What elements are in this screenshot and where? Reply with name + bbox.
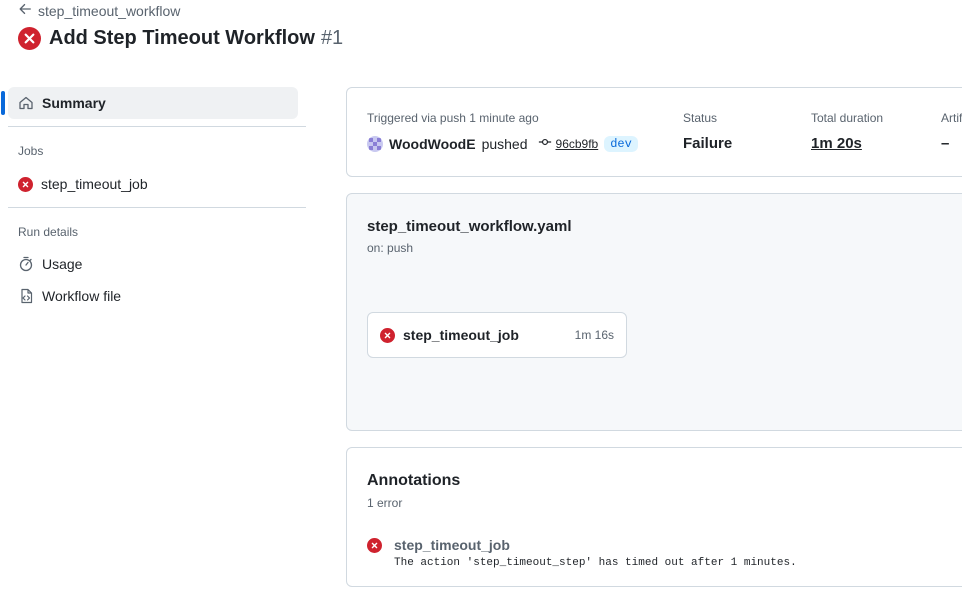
run-summary-card: Triggered via push 1 minute ago WoodWood…	[346, 87, 962, 177]
trigger-text: Triggered via push 1 minute ago	[367, 111, 539, 125]
sidebar-workflow-file-label: Workflow file	[42, 288, 122, 304]
avatar[interactable]	[367, 135, 383, 152]
failure-status-icon	[18, 27, 41, 50]
git-commit-icon	[538, 135, 552, 152]
artifacts-label: Artifacts	[941, 111, 962, 125]
sidebar-item-workflow-file[interactable]: Workflow file	[8, 280, 121, 312]
annotations-title: Annotations	[367, 472, 461, 489]
sidebar-item-job[interactable]: step_timeout_job	[8, 168, 148, 200]
annotation-message: The action 'step_timeout_step' has timed…	[394, 557, 797, 569]
stopwatch-icon	[18, 256, 34, 272]
workflow-graph-card: step_timeout_workflow.yaml on: push step…	[346, 193, 962, 431]
failure-icon	[367, 538, 382, 553]
run-title-text: Add Step Timeout Workflow	[49, 27, 315, 49]
sidebar-summary-label: Summary	[42, 95, 106, 111]
back-link-label: step_timeout_workflow	[38, 2, 181, 19]
trigger-details: WoodWoodE pushed 96cb9fb dev	[367, 135, 638, 152]
sidebar-heading-jobs: Jobs	[18, 144, 44, 158]
annotation-job-link[interactable]: step_timeout_job	[394, 537, 797, 553]
failure-icon	[18, 176, 33, 192]
back-to-workflow-link[interactable]: step_timeout_workflow	[18, 2, 180, 19]
run-title: Add Step Timeout Workflow #1	[18, 27, 343, 50]
page-title: Add Step Timeout Workflow #1	[49, 27, 343, 50]
annotations-count: 1 error	[367, 496, 403, 510]
job-node[interactable]: step_timeout_job 1m 16s	[367, 312, 627, 358]
duration-value[interactable]: 1m 20s	[811, 135, 862, 152]
file-code-icon	[18, 288, 34, 304]
workflow-file-name: step_timeout_workflow.yaml	[367, 218, 572, 235]
status-label: Status	[683, 111, 718, 125]
home-icon	[18, 95, 34, 111]
sidebar-divider	[8, 207, 306, 208]
push-action: pushed	[481, 135, 528, 152]
annotations-card: Annotations 1 error step_timeout_job The…	[346, 447, 962, 587]
commit-link[interactable]: 96cb9fb	[538, 135, 599, 152]
run-number: #1	[320, 27, 344, 49]
annotation-item: step_timeout_job The action 'step_timeou…	[367, 537, 797, 569]
sidebar-item-summary[interactable]: Summary	[8, 87, 298, 119]
arrow-left-icon	[18, 2, 32, 19]
duration-label: Total duration	[811, 111, 884, 125]
sidebar-heading-run-details: Run details	[18, 225, 79, 239]
commit-sha: 96cb9fb	[555, 136, 599, 151]
branch-badge[interactable]: dev	[604, 135, 638, 152]
sidebar-job-label: step_timeout_job	[41, 176, 148, 192]
sidebar-usage-label: Usage	[42, 256, 83, 272]
active-indicator	[1, 91, 5, 115]
actor-name[interactable]: WoodWoodE	[389, 136, 476, 152]
status-value: Failure	[683, 135, 733, 152]
workflow-trigger: on: push	[367, 241, 414, 255]
artifacts-value: –	[941, 135, 950, 152]
job-node-name: step_timeout_job	[403, 327, 519, 343]
sidebar-divider	[8, 126, 306, 127]
failure-icon	[380, 327, 395, 343]
sidebar-item-usage[interactable]: Usage	[8, 248, 82, 280]
job-node-duration: 1m 16s	[574, 328, 614, 342]
